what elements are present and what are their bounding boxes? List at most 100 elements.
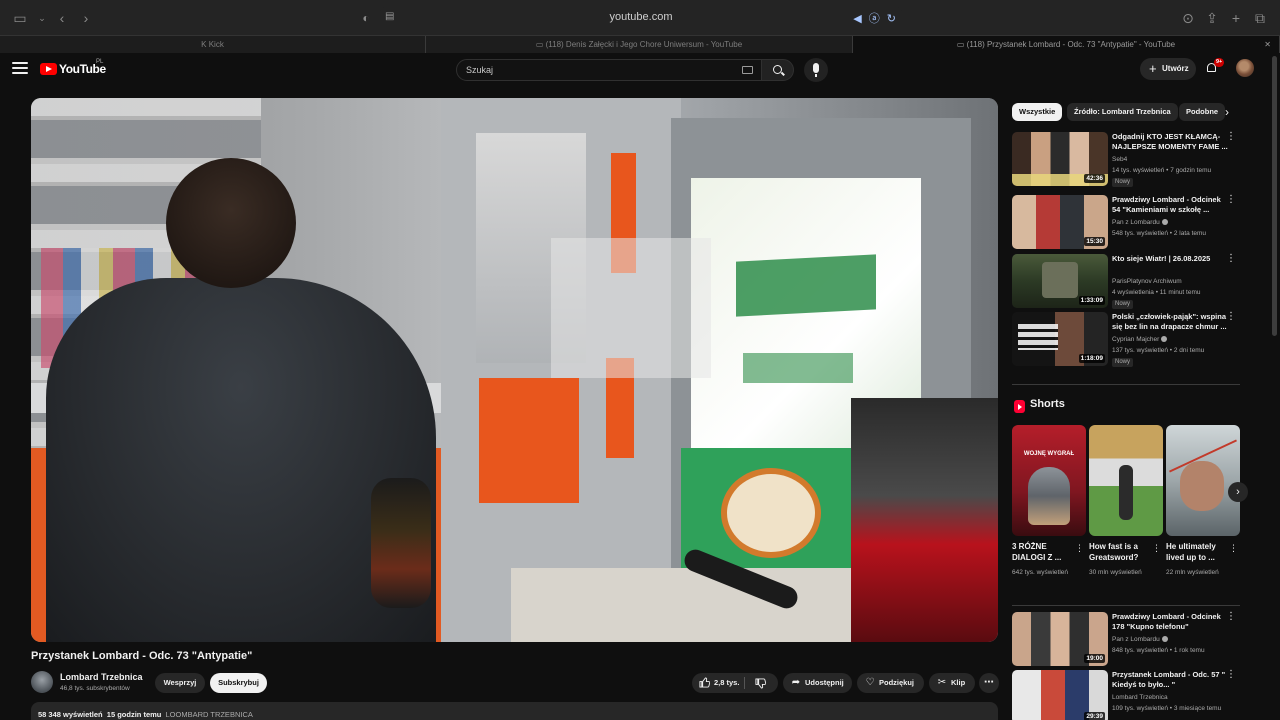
channel-name[interactable]: Lombard Trzebnica xyxy=(60,672,143,682)
sidebar-toggle-icon[interactable]: ▭ xyxy=(10,8,30,28)
forward-icon[interactable]: › xyxy=(76,8,96,28)
download-icon[interactable]: ⊙ xyxy=(1178,8,1198,28)
keyboard-icon[interactable] xyxy=(742,66,753,74)
more-vertical-icon[interactable]: ⋮ xyxy=(1226,670,1236,680)
short-item[interactable]: WOJNĘ WYGRAŁ 3 RÓŻNE DIALOGI Z ... 642 t… xyxy=(1012,425,1086,595)
clip-label: Klip xyxy=(951,678,966,687)
youtube-logo[interactable]: YouTube PL xyxy=(40,59,106,76)
duration-badge: 42:36 xyxy=(1084,174,1105,183)
recommendation-item[interactable]: 29:39 Przystanek Lombard - Odc. 57 " Kie… xyxy=(1012,670,1240,720)
more-vertical-icon[interactable]: ⋮ xyxy=(1152,543,1161,554)
search-icon xyxy=(773,65,782,74)
tab-lombard-active[interactable]: ▭ (118) Przystanek Lombard - Odc. 73 "An… xyxy=(853,36,1280,54)
recommendation-item[interactable]: 1:18:09 Polski „człowiek-pająk": wspina … xyxy=(1012,312,1240,368)
tab-denis[interactable]: ▭ (118) Denis Załęcki i Jego Chore Uniwe… xyxy=(426,36,853,54)
account-avatar[interactable] xyxy=(1236,59,1254,77)
kick-icon: K xyxy=(201,40,209,49)
recommendation-item[interactable]: 19:00 Prawdziwy Lombard - Odcinek 178 "K… xyxy=(1012,612,1240,668)
like-count[interactable]: 2,8 tys. xyxy=(714,673,739,693)
more-vertical-icon[interactable]: ⋮ xyxy=(1226,612,1236,622)
recommendation-title[interactable]: Przystanek Lombard - Odc. 57 " Kiedyś to… xyxy=(1112,670,1228,690)
tab-label: (118) Denis Załęcki i Jego Chore Uniwers… xyxy=(545,40,743,49)
share-button[interactable]: ➦ Udostępnij xyxy=(783,673,852,693)
video-thumbnail[interactable]: 29:39 xyxy=(1012,670,1108,720)
tab-strip: K Kick ▭ (118) Denis Załęcki i Jego Chor… xyxy=(0,35,1280,54)
notifications-button[interactable]: 9+ xyxy=(1206,58,1225,74)
recommendation-channel[interactable]: Lombard Trzebnica xyxy=(1112,694,1168,701)
create-button[interactable]: + Utwórz xyxy=(1140,58,1196,80)
audio-translate-reload-icons[interactable]: ◀︎ ⓐ ↻ xyxy=(853,10,898,26)
tab-kick[interactable]: K Kick xyxy=(0,36,426,54)
recommendation-item[interactable]: 1:33:09 Kto sieje Wiatr! | 26.08.2025 Pa… xyxy=(1012,254,1240,310)
recommendation-title[interactable]: Kto sieje Wiatr! | 26.08.2025 xyxy=(1112,254,1228,264)
recommendation-channel[interactable]: Pan z Lombardu xyxy=(1112,219,1168,226)
more-vertical-icon[interactable]: ⋮ xyxy=(1075,543,1084,554)
address-bar[interactable]: ▤ youtube.com ◀︎ ⓐ ↻ xyxy=(380,7,902,29)
new-tab-icon[interactable]: + xyxy=(1226,8,1246,28)
recommendation-title[interactable]: Prawdziwy Lombard - Odcinek 178 "Kupno t… xyxy=(1112,612,1228,632)
section-divider xyxy=(1012,384,1240,385)
close-tab-icon[interactable]: ✕ xyxy=(1264,36,1271,53)
chip-from-channel[interactable]: Źródło: Lombard Trzebnica xyxy=(1067,103,1178,121)
more-actions-button[interactable]: ⋯ xyxy=(979,673,999,693)
short-title[interactable]: How fast is a Greatsword? xyxy=(1089,541,1149,563)
recommendation-channel[interactable]: Seb4 xyxy=(1112,156,1127,163)
search-button[interactable] xyxy=(761,59,794,81)
more-vertical-icon[interactable]: ⋮ xyxy=(1229,543,1238,554)
recommendation-title[interactable]: Prawdziwy Lombard - Odcinek 54 "Kamienia… xyxy=(1112,195,1228,215)
recommendation-title[interactable]: Polski „człowiek-pająk": wspina się bez … xyxy=(1112,312,1228,332)
short-item[interactable]: He ultimately lived up to ... 22 mln wyś… xyxy=(1166,425,1240,595)
page-scrollbar[interactable] xyxy=(1272,56,1277,336)
short-thumbnail[interactable] xyxy=(1166,425,1240,536)
tab-overview-icon[interactable]: ⧉ xyxy=(1250,8,1270,28)
privacy-shield-icon[interactable]: ◐ xyxy=(356,8,376,28)
share-icon[interactable]: ⇪ xyxy=(1202,8,1222,28)
recommendation-item[interactable]: 42:36 Odgadnij KTO JEST KŁAMCĄ- NAJLEPSZ… xyxy=(1012,132,1240,188)
more-vertical-icon[interactable]: ⋮ xyxy=(1226,254,1236,264)
short-item[interactable]: How fast is a Greatsword? 30 mln wyświet… xyxy=(1089,425,1163,595)
recommendation-channel[interactable]: Cyprian Majcher xyxy=(1112,336,1168,343)
description-box[interactable]: 58 348 wyświetleń 15 godzin temu LOOMBAR… xyxy=(31,702,998,720)
plus-icon: + xyxy=(1149,61,1157,76)
filter-chips: Wszystkie Źródło: Lombard Trzebnica Podo… xyxy=(1012,103,1232,121)
video-thumbnail[interactable]: 1:18:09 xyxy=(1012,312,1108,366)
video-player[interactable] xyxy=(31,98,998,642)
video-thumbnail[interactable]: 15:30 xyxy=(1012,195,1108,249)
microphone-icon xyxy=(813,63,819,77)
support-button[interactable]: Wesprzyj xyxy=(155,673,205,693)
verified-icon xyxy=(1161,636,1168,642)
short-thumbnail[interactable]: WOJNĘ WYGRAŁ xyxy=(1012,425,1086,536)
recommendation-item[interactable]: 15:30 Prawdziwy Lombard - Odcinek 54 "Ka… xyxy=(1012,195,1240,251)
tab-label: (118) Przystanek Lombard - Odc. 73 "Anty… xyxy=(966,40,1176,49)
chip-all[interactable]: Wszystkie xyxy=(1012,103,1063,121)
voice-search-button[interactable] xyxy=(804,58,828,82)
duration-badge: 15:30 xyxy=(1084,237,1105,246)
chevron-down-icon[interactable]: ⌄ xyxy=(32,8,52,28)
thanks-button[interactable]: ♡ Podziękuj xyxy=(857,673,924,693)
shorts-next-chevron-icon[interactable]: › xyxy=(1228,482,1248,502)
clip-button[interactable]: ✂ Klip xyxy=(929,673,975,693)
recommendation-title[interactable]: Odgadnij KTO JEST KŁAMCĄ- NAJLEPSZE MOME… xyxy=(1112,132,1228,152)
recommendation-channel[interactable]: Pan z Lombardu xyxy=(1112,636,1168,643)
subscribe-button[interactable]: Subskrybuj xyxy=(210,673,267,693)
short-title[interactable]: 3 RÓŻNE DIALOGI Z ... xyxy=(1012,541,1072,563)
channel-avatar[interactable] xyxy=(31,671,53,693)
hashtag-link[interactable]: LOOMBARD TRZEBNICA xyxy=(165,710,252,719)
video-thumbnail[interactable]: 1:33:09 xyxy=(1012,254,1108,308)
back-icon[interactable]: ‹ xyxy=(52,8,72,28)
recommendation-channel[interactable]: ParisPlatynov Archiwum xyxy=(1112,278,1182,285)
chips-next-chevron-icon[interactable]: › xyxy=(1219,103,1235,121)
more-vertical-icon[interactable]: ⋮ xyxy=(1226,312,1236,322)
more-vertical-icon[interactable]: ⋮ xyxy=(1226,132,1236,142)
video-thumbnail[interactable]: 19:00 xyxy=(1012,612,1108,666)
section-divider xyxy=(1012,605,1240,606)
short-title[interactable]: He ultimately lived up to ... xyxy=(1166,541,1226,563)
short-thumbnail[interactable] xyxy=(1089,425,1163,536)
more-vertical-icon[interactable]: ⋮ xyxy=(1226,195,1236,205)
dislike-icon[interactable] xyxy=(755,678,766,689)
subscriber-count: 46,8 tys. subskrybentów xyxy=(60,685,130,692)
search-input[interactable]: Szukaj xyxy=(456,59,762,81)
video-thumbnail[interactable]: 42:36 xyxy=(1012,132,1108,186)
hamburger-menu-icon[interactable] xyxy=(12,62,28,76)
like-icon[interactable] xyxy=(699,677,710,688)
